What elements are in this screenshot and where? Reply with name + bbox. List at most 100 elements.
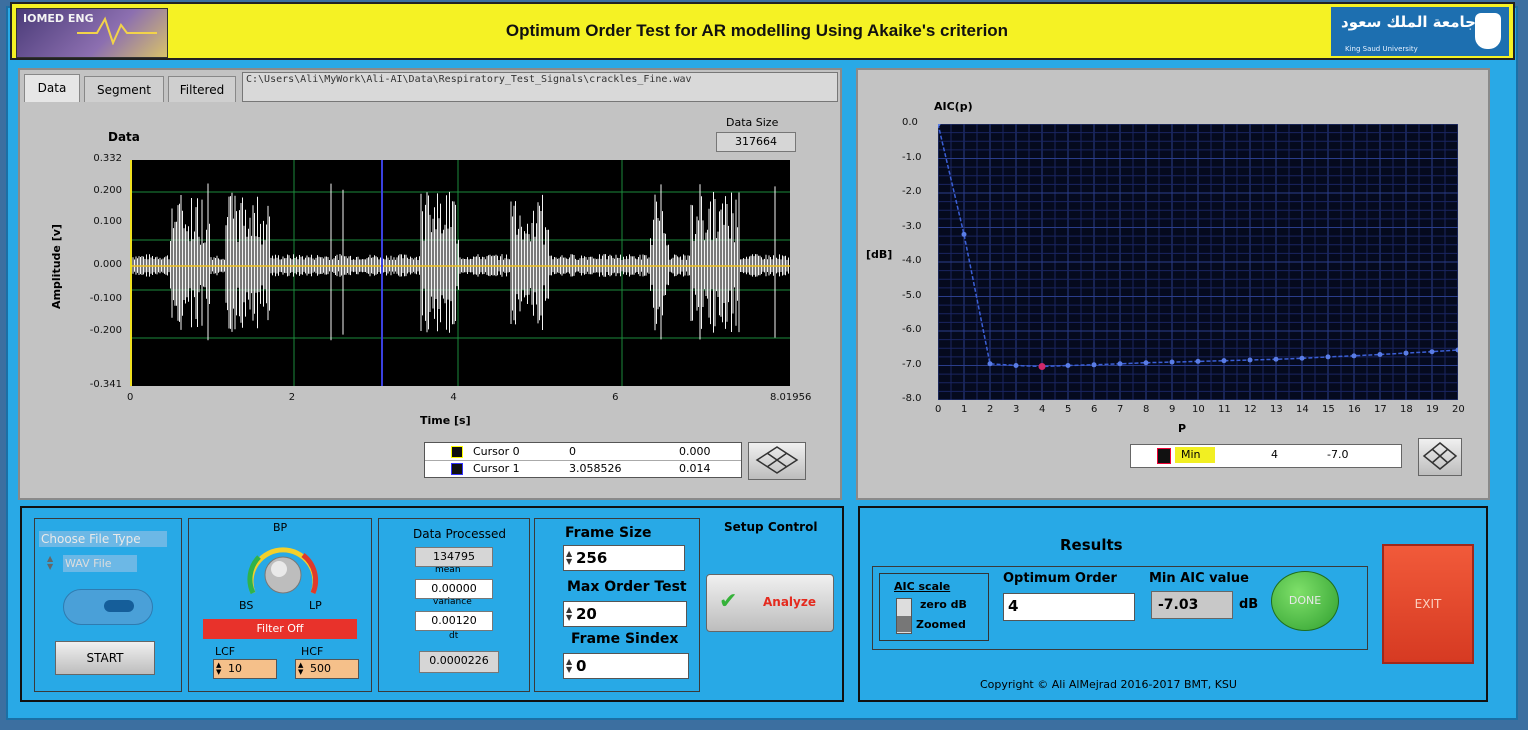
frame-box: Frame Size ▲ ▼ 256 Max Order Test ▲ ▼ 20 F… bbox=[534, 518, 700, 692]
marker-move-button[interactable] bbox=[1418, 438, 1462, 476]
min-marker-icon bbox=[1157, 448, 1171, 464]
filter-knob-icon[interactable] bbox=[243, 535, 323, 601]
toggle-knob bbox=[104, 600, 134, 612]
hcf-input[interactable]: ▲ ▼ 500 bbox=[295, 659, 359, 679]
aic-x-tick: 9 bbox=[1169, 404, 1176, 415]
cursor-1-y: 0.014 bbox=[679, 462, 711, 475]
aic-x-tick: 11 bbox=[1218, 404, 1231, 415]
min-aic-value: -7.03 bbox=[1151, 591, 1233, 619]
aic-x-tick: 15 bbox=[1322, 404, 1335, 415]
max-order-label: Max Order Test bbox=[567, 579, 687, 595]
aic-plot[interactable] bbox=[935, 121, 1461, 401]
file-type-toggle[interactable] bbox=[63, 589, 153, 625]
aic-x-tick: 7 bbox=[1117, 404, 1124, 415]
tab-segment[interactable]: Segment bbox=[84, 76, 164, 102]
aic-x-tick: 6 bbox=[1091, 404, 1098, 415]
aic-y-tick: -5.0 bbox=[902, 289, 922, 301]
lcf-input[interactable]: ▲ ▼ 10 bbox=[213, 659, 277, 679]
filter-off-button[interactable]: Filter Off bbox=[203, 619, 357, 639]
wave-y-tick: 0.100 bbox=[93, 216, 122, 228]
data-x-axis-label: Time [s] bbox=[420, 414, 471, 427]
aic-point bbox=[1325, 354, 1331, 360]
aic-x-tick: 0 bbox=[935, 404, 942, 415]
cursor-move-button[interactable] bbox=[748, 442, 806, 480]
aic-point bbox=[1195, 358, 1201, 364]
aic-scale-switch[interactable] bbox=[896, 598, 912, 634]
wave-x-tick: 4 bbox=[450, 392, 457, 403]
analyze-label: Analyze bbox=[763, 595, 816, 609]
stats-box: Data Processed 134795 mean 0.00000 varia… bbox=[378, 518, 530, 692]
data-size-value: 317664 bbox=[716, 132, 796, 152]
frame-index-spin-icon[interactable]: ▲ ▼ bbox=[566, 658, 572, 674]
mean-label: mean bbox=[435, 565, 461, 575]
cursor-1-icon bbox=[451, 463, 463, 475]
aic-scale-box: AIC scale zero dB Zoomed bbox=[879, 573, 989, 641]
wave-x-tick: 0 bbox=[127, 392, 134, 403]
aic-point bbox=[961, 231, 967, 237]
tab-data[interactable]: Data bbox=[24, 74, 80, 102]
variance-label: variance bbox=[433, 597, 472, 607]
app-window: IOMED ENG Optimum Order Test for AR mode… bbox=[0, 0, 1528, 730]
cursor-row-1[interactable]: Cursor 1 3.058526 0.014 bbox=[425, 460, 741, 477]
aic-point bbox=[987, 361, 993, 367]
max-order-input[interactable]: ▲ ▼ 20 bbox=[563, 601, 687, 627]
cursor-0-name: Cursor 0 bbox=[473, 445, 520, 458]
frame-index-input[interactable]: ▲ ▼ 0 bbox=[563, 653, 689, 679]
lcf-spin-icon[interactable]: ▲ ▼ bbox=[216, 662, 221, 676]
results-box: AIC scale zero dB Zoomed Optimum Order 4… bbox=[872, 566, 1368, 650]
aic-point bbox=[1117, 361, 1123, 367]
analyze-button[interactable]: ✔ Analyze bbox=[706, 574, 834, 632]
cursor-diamond-icon bbox=[755, 446, 799, 474]
aic-x-tick: 18 bbox=[1400, 404, 1413, 415]
wave-x-tick: 2 bbox=[288, 392, 296, 403]
aic-min-point bbox=[1038, 363, 1046, 371]
aic-point bbox=[1065, 363, 1071, 368]
ksu-shield-icon bbox=[1475, 13, 1501, 49]
aic-y-tick: -3.0 bbox=[902, 220, 922, 232]
aic-scale-option-zero: zero dB bbox=[920, 598, 967, 611]
data-size-label: Data Size bbox=[726, 116, 779, 129]
aic-x-tick: 13 bbox=[1270, 404, 1283, 415]
controls-panel: Choose File Type WAV File ▲ ▼ START BP BS… bbox=[20, 506, 844, 702]
file-type-select[interactable]: WAV File bbox=[63, 555, 137, 572]
aic-point bbox=[1273, 356, 1279, 362]
aic-scale-switch-knob bbox=[897, 616, 911, 632]
aic-x-tick: 14 bbox=[1296, 404, 1309, 415]
aic-x-tick: 10 bbox=[1192, 404, 1205, 415]
max-order-spin-icon[interactable]: ▲ ▼ bbox=[566, 606, 572, 622]
min-aic-label: Min AIC value bbox=[1149, 571, 1249, 586]
done-indicator[interactable]: DONE bbox=[1271, 571, 1339, 631]
frame-size-input[interactable]: ▲ ▼ 256 bbox=[563, 545, 685, 571]
exit-button[interactable]: EXIT bbox=[1382, 544, 1474, 664]
cursor-0-y: 0.000 bbox=[679, 445, 711, 458]
aic-point bbox=[1351, 353, 1357, 359]
data-waveform-plot[interactable] bbox=[129, 160, 790, 386]
tab-filtered[interactable]: Filtered bbox=[168, 76, 236, 102]
aic-point bbox=[1221, 358, 1227, 364]
cursor-1-name: Cursor 1 bbox=[473, 462, 520, 475]
page-title: Optimum Order Test for AR modelling Usin… bbox=[505, 21, 1009, 40]
aic-y-tick: -7.0 bbox=[902, 358, 922, 370]
cursor-row-0[interactable]: Cursor 0 0 0.000 bbox=[425, 443, 741, 461]
aic-x-axis-label: P bbox=[1178, 422, 1187, 435]
filter-box: BP BS LP Filter Off LCF HCF ▲ ▼ 10 ▲ ▼ 500 bbox=[188, 518, 372, 692]
waveform-trace bbox=[129, 183, 789, 341]
file-path-field[interactable]: C:\Users\Ali\MyWork\Ali-AI\Data\Respirat… bbox=[242, 72, 838, 102]
min-marker-legend: Min 4 -7.0 bbox=[1130, 444, 1402, 468]
frame-size-spin-icon[interactable]: ▲ ▼ bbox=[566, 550, 572, 566]
data-chart-title: Data bbox=[108, 130, 140, 144]
aic-point bbox=[1013, 363, 1019, 368]
wave-x-tick: 6 bbox=[612, 392, 619, 403]
hcf-spin-icon[interactable]: ▲ ▼ bbox=[298, 662, 303, 676]
aic-point bbox=[1299, 355, 1305, 361]
optimum-order-value: 4 bbox=[1003, 593, 1135, 621]
start-button[interactable]: START bbox=[55, 641, 155, 675]
cursor-0-icon bbox=[451, 446, 463, 458]
file-type-spinner-icon[interactable]: ▲ ▼ bbox=[47, 555, 53, 571]
aic-x-tick: 2 bbox=[987, 404, 994, 415]
aic-y-tick: -8.0 bbox=[902, 393, 922, 404]
lcf-value: 10 bbox=[228, 662, 242, 675]
min-marker-x: 4 bbox=[1271, 448, 1278, 461]
wave-y-tick: 0.332 bbox=[93, 153, 122, 164]
aic-x-tick: 3 bbox=[1013, 404, 1020, 415]
